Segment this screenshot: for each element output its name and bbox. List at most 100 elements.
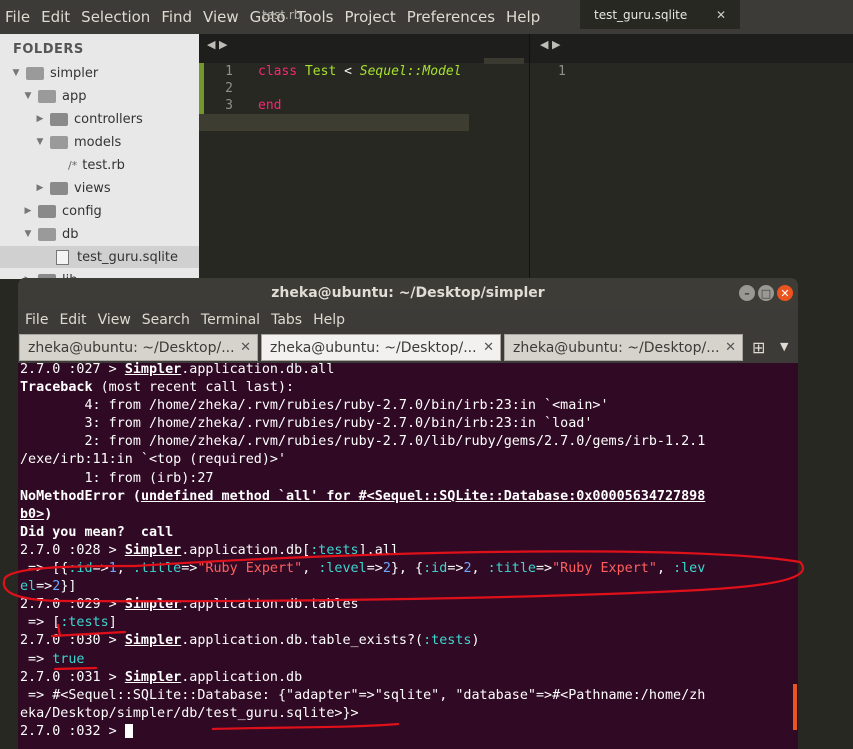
terminal-line: Did you mean? call <box>20 524 796 542</box>
terminal-tab-2[interactable]: zheka@ubuntu: ~/Desktop/... ✕ <box>261 334 501 361</box>
close-icon[interactable]: ✕ <box>777 285 793 301</box>
terminal-menu-file[interactable]: File <box>25 312 48 328</box>
terminal-text: 1 <box>108 561 117 577</box>
tree-item-db[interactable]: ▼ db <box>0 223 199 245</box>
terminal-text: :title <box>487 561 536 577</box>
terminal-text: }] <box>60 579 77 595</box>
terminal-text: :tests <box>310 542 359 558</box>
terminal-line: 2.7.0 :027 > Simpler.application.db.all <box>20 361 796 379</box>
tree-item-app[interactable]: ▼ app <box>0 85 199 107</box>
terminal-line: 1: from (irb):27 <box>20 470 796 488</box>
tree-item-test-guru-sqlite[interactable]: test_guru.sqlite <box>0 246 199 268</box>
chevron-down-icon[interactable]: ▼ <box>34 137 46 147</box>
close-icon[interactable]: ✕ <box>716 8 726 22</box>
menu-selection[interactable]: Selection <box>81 8 150 26</box>
menu-preferences[interactable]: Preferences <box>407 8 495 26</box>
terminal-text: => <box>447 561 464 577</box>
right-tab-nav-arrows[interactable]: ◀ ▶ <box>540 38 560 51</box>
terminal-text: Traceback <box>20 380 93 396</box>
chevron-down-icon[interactable]: ▼ <box>780 340 788 353</box>
terminal-text: }, { <box>390 561 424 577</box>
chevron-right-icon[interactable]: ▶ <box>34 114 46 124</box>
terminal-output[interactable]: 2.7.0 :027 > Simpler.application.db.all T… <box>20 361 796 741</box>
chevron-right-icon[interactable]: ▶ <box>22 206 34 216</box>
terminal-text: 2.7.0 :029 > <box>20 597 125 613</box>
tree-item-models[interactable]: ▼ models <box>0 131 199 153</box>
terminal-menu-search[interactable]: Search <box>142 312 190 328</box>
terminal-text: => <box>536 561 553 577</box>
terminal-text: 2.7.0 :028 > <box>20 542 125 558</box>
code-area[interactable]: class Test < Sequel::Model end <box>199 63 469 131</box>
terminal-text: "Ruby Expert" <box>552 561 657 577</box>
left-tab-nav-arrows[interactable]: ◀ ▶ <box>207 38 227 51</box>
terminal-menubar: File Edit View Search Terminal Tabs Help <box>18 308 798 332</box>
scrollbar-thumb[interactable] <box>793 684 797 730</box>
terminal-window[interactable]: zheka@ubuntu: ~/Desktop/simpler – □ ✕ Fi… <box>18 278 798 749</box>
terminal-line: => #<Sequel::SQLite::Database: {"adapter… <box>20 687 796 705</box>
terminal-text: Simpler <box>124 542 182 558</box>
terminal-text: el <box>20 579 37 595</box>
terminal-line: 3: from /home/zheka/.rvm/rubies/ruby-2.7… <box>20 415 796 433</box>
tree-item-simpler[interactable]: ▼ simpler <box>0 62 199 84</box>
minimize-icon[interactable]: – <box>739 285 755 301</box>
tab-test-guru-sqlite[interactable]: test_guru.sqlite ✕ <box>580 0 740 29</box>
editor-right[interactable]: 1 <box>530 63 853 278</box>
terminal-text: 2.7.0 :032 > <box>20 723 125 739</box>
terminal-tab-label: zheka@ubuntu: ~/Desktop/... <box>513 339 720 356</box>
maximize-icon[interactable]: □ <box>758 285 774 301</box>
terminal-titlebar[interactable]: zheka@ubuntu: ~/Desktop/simpler – □ ✕ <box>18 278 798 308</box>
terminal-line: 2.7.0 :032 > <box>20 723 796 741</box>
cursor <box>124 723 133 738</box>
terminal-text: => <box>92 561 109 577</box>
tab-test-rb[interactable]: test.rb <box>248 0 408 29</box>
tree-item-config[interactable]: ▶ config <box>0 200 199 222</box>
terminal-tab-1[interactable]: zheka@ubuntu: ~/Desktop/... ✕ <box>19 334 258 361</box>
menu-find[interactable]: Find <box>161 8 192 26</box>
tree-item-test-rb[interactable]: /* test.rb <box>0 154 199 176</box>
terminal-text: 2.7.0 :031 > <box>20 669 125 685</box>
terminal-line: /exe/irb:11:in `<top (required)>' <box>20 451 796 469</box>
terminal-menu-view[interactable]: View <box>98 312 131 328</box>
menu-help[interactable]: Help <box>506 8 540 26</box>
chevron-right-icon[interactable]: ▶ <box>34 183 46 193</box>
terminal-tab-3[interactable]: zheka@ubuntu: ~/Desktop/... ✕ <box>504 334 743 361</box>
terminal-line: 2: from /home/zheka/.rvm/rubies/ruby-2.7… <box>20 433 796 451</box>
new-tab-icon[interactable]: ⊞ <box>752 338 765 357</box>
chevron-down-icon[interactable]: ▼ <box>22 91 34 101</box>
ruby-file-icon: /* <box>68 158 78 172</box>
tree-item-controllers[interactable]: ▶ controllers <box>0 108 199 130</box>
chevron-down-icon[interactable]: ▼ <box>10 68 22 78</box>
minimap[interactable] <box>484 58 524 64</box>
terminal-text: "Ruby Expert" <box>197 561 303 577</box>
terminal-text: undefined method `all' for #<Sequel::SQL… <box>140 488 706 504</box>
terminal-menu-help[interactable]: Help <box>313 312 345 328</box>
folder-icon <box>38 227 56 241</box>
terminal-menu-edit[interactable]: Edit <box>59 312 86 328</box>
close-icon[interactable]: ✕ <box>483 340 494 355</box>
terminal-text: 2: from /home/zheka/.rvm/rubies/ruby-2.7… <box>20 434 706 450</box>
chevron-down-icon[interactable]: ▼ <box>22 229 34 239</box>
terminal-menu-terminal[interactable]: Terminal <box>201 312 260 328</box>
tree-item-views[interactable]: ▶ views <box>0 177 199 199</box>
editor-left[interactable]: 1234 class Test < Sequel::Model end <box>199 58 529 278</box>
terminal-text: (most recent call last): <box>92 380 295 396</box>
terminal-text: ].all <box>358 542 399 558</box>
close-icon[interactable]: ✕ <box>240 340 251 355</box>
inherit-op: < <box>344 64 352 79</box>
sidebar-header: FOLDERS <box>13 42 84 57</box>
menu-file[interactable]: File <box>5 8 30 26</box>
terminal-text: true <box>52 651 85 667</box>
close-icon[interactable]: ✕ <box>725 340 736 355</box>
terminal-menu-tabs[interactable]: Tabs <box>271 312 302 328</box>
terminal-line: => [:tests] <box>20 614 796 632</box>
menu-view[interactable]: View <box>203 8 239 26</box>
terminal-text: => <box>36 579 53 595</box>
class-name: Test <box>304 64 337 79</box>
terminal-text: .application.db.tables <box>181 597 359 613</box>
kw-end: end <box>258 98 282 113</box>
menu-edit[interactable]: Edit <box>41 8 70 26</box>
terminal-line: 2.7.0 :031 > Simpler.application.db <box>20 669 796 687</box>
terminal-text: :tests <box>60 615 109 631</box>
terminal-text: ) <box>44 506 53 522</box>
terminal-tabbar: zheka@ubuntu: ~/Desktop/... ✕ zheka@ubun… <box>18 332 798 363</box>
